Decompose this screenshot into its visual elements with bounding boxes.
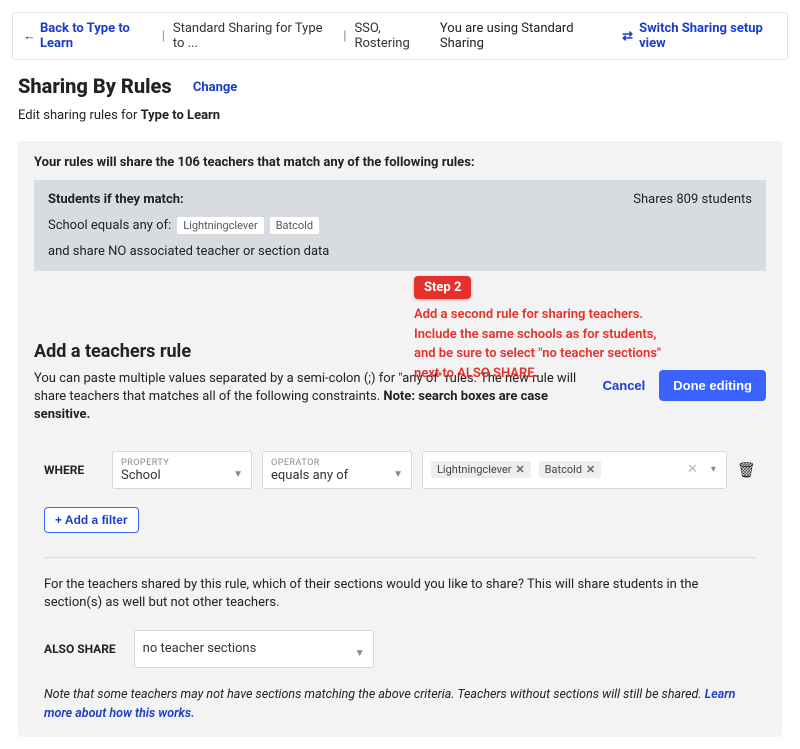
select-value: School <box>121 468 243 483</box>
sharing-mode-label: You are using Standard Sharing <box>440 21 604 51</box>
chevron-down-icon: ▼ <box>355 648 365 659</box>
shares-count: Shares 809 students <box>633 192 752 207</box>
callout-line: Include the same schools as for students… <box>414 325 754 345</box>
breadcrumb-2[interactable]: SSO, Rostering <box>354 21 431 51</box>
separator: | <box>162 29 165 44</box>
property-select[interactable]: PROPERTY School ▼ <box>112 451 252 489</box>
also-share-question: For the teachers shared by this rule, wh… <box>44 576 756 612</box>
also-share-row: ALSO SHARE no teacher sections ▼ <box>44 630 756 668</box>
back-text: Back to Type to Learn <box>40 21 154 51</box>
page-subtitle: Edit sharing rules for Type to Learn <box>18 108 782 123</box>
callout-line: next to ALSO SHARE. <box>414 364 754 384</box>
panel-heading: Your rules will share the 106 teachers t… <box>34 155 766 170</box>
callout-line: and be sure to select "no teacher sectio… <box>414 344 754 364</box>
step-badge: Step 2 <box>414 276 471 299</box>
remove-tag-icon[interactable]: ✕ <box>586 463 595 476</box>
remove-tag-icon[interactable]: ✕ <box>515 463 524 476</box>
switch-view-link[interactable]: Switch Sharing setup view <box>622 21 777 51</box>
clear-icon[interactable]: ✕ <box>687 462 698 477</box>
delete-filter-icon[interactable]: 🗑 <box>737 461 756 479</box>
select-value: no teacher sections <box>143 641 365 656</box>
select-value: equals any of <box>271 468 403 483</box>
filter-area: WHERE PROPERTY School ▼ OPERATOR equals … <box>34 451 766 724</box>
switch-text: Switch Sharing setup view <box>639 21 777 51</box>
operator-select[interactable]: OPERATOR equals any of ▼ <box>262 451 412 489</box>
callout-line: Add a second rule for sharing teachers. <box>414 305 754 325</box>
sub-prefix: Edit sharing rules for <box>18 108 141 123</box>
also-share-select[interactable]: no teacher sections ▼ <box>134 630 374 668</box>
top-bar: Back to Type to Learn | Standard Sharing… <box>12 12 788 60</box>
back-link[interactable]: Back to Type to Learn <box>23 21 154 51</box>
select-label: OPERATOR <box>271 458 403 468</box>
also-share-note: Note that some teachers may not have sec… <box>44 686 756 724</box>
value-tag: Batcold✕ <box>539 461 602 478</box>
swap-icon <box>622 29 633 44</box>
page-header: Sharing By Rules Change Edit sharing rul… <box>18 74 782 123</box>
sub-app: Type to Learn <box>141 108 221 123</box>
rule-no-assoc: and share NO associated teacher or secti… <box>48 244 752 259</box>
change-link[interactable]: Change <box>193 80 237 95</box>
divider <box>44 557 756 558</box>
rules-panel: Your rules will share the 106 teachers t… <box>18 141 782 737</box>
school-chip: Lightningclever <box>177 217 263 234</box>
breadcrumb-1[interactable]: Standard Sharing for Type to ... <box>173 21 335 51</box>
add-filter-button[interactable]: + Add a filter <box>44 507 139 533</box>
chevron-down-icon: ▼ <box>233 469 243 480</box>
value-tag: Lightningclever✕ <box>431 461 531 478</box>
where-label: WHERE <box>44 463 102 477</box>
separator: | <box>343 29 346 44</box>
note-text: Note that some teachers may not have sec… <box>44 687 705 702</box>
instruction-callout: Add a second rule for sharing teachers. … <box>414 305 754 383</box>
chevron-down-icon[interactable]: ▾ <box>711 464 716 475</box>
student-rule-box: Shares 809 students Students if they mat… <box>34 180 766 271</box>
select-label: PROPERTY <box>121 458 243 468</box>
value-tags-input[interactable]: Lightningclever✕ Batcold✕ ✕ ▾ <box>422 451 727 489</box>
arrow-left-icon <box>23 28 36 44</box>
page-title: Sharing By Rules <box>18 74 172 98</box>
filter-row: WHERE PROPERTY School ▼ OPERATOR equals … <box>44 451 756 489</box>
also-share-label: ALSO SHARE <box>44 642 116 656</box>
chevron-down-icon: ▼ <box>393 469 403 480</box>
rule-school-line: School equals any of: Lightningclever Ba… <box>48 217 752 234</box>
school-prefix: School equals any of: <box>48 218 171 233</box>
school-chip: Batcold <box>270 217 319 234</box>
